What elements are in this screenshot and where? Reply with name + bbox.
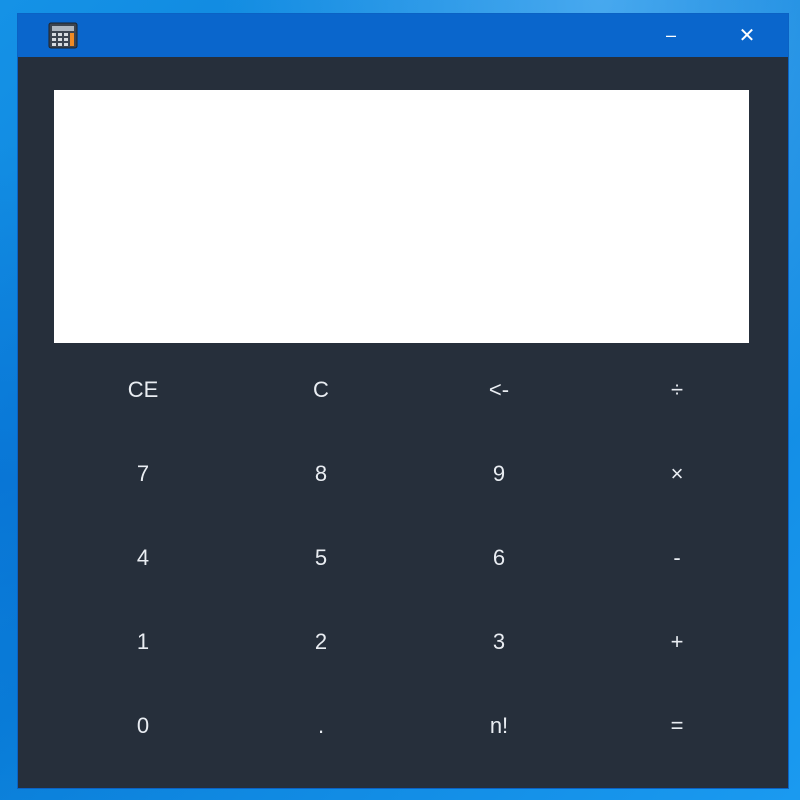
digit-4-button[interactable]: 4 (54, 516, 232, 600)
digit-1-button[interactable]: 1 (54, 600, 232, 684)
clear-button[interactable]: C (232, 348, 410, 432)
keypad: CE C <- ÷ 7 8 9 × 4 5 6- 1 2 3 +0. n! = (54, 348, 766, 770)
calculator-window: – ✕ CE C <- ÷ 7 8 9 × 4 5 6- 1 2 3 +0. n! = (18, 14, 788, 788)
minimize-icon: – (665, 25, 676, 45)
title-bar[interactable]: – ✕ (18, 14, 788, 57)
digit-0-button[interactable]: 0 (54, 684, 232, 768)
display-value (74, 106, 729, 107)
clear-entry-button[interactable]: CE (54, 348, 232, 432)
digit-5-button[interactable]: 5 (232, 516, 410, 600)
close-button[interactable]: ✕ (712, 14, 782, 57)
calculator-display (54, 90, 749, 343)
digit-8-button[interactable]: 8 (232, 432, 410, 516)
digit-9-button[interactable]: 9 (410, 432, 588, 516)
divide-button[interactable]: ÷ (588, 348, 766, 432)
close-icon: ✕ (738, 25, 756, 47)
equals-button[interactable]: = (588, 684, 766, 768)
digit-6-button[interactable]: 6 (410, 516, 588, 600)
digit-7-button[interactable]: 7 (54, 432, 232, 516)
decimal-button[interactable]: . (232, 684, 410, 768)
minimize-button[interactable]: – (636, 14, 706, 57)
digit-3-button[interactable]: 3 (410, 600, 588, 684)
subtract-button[interactable]: - (588, 516, 766, 600)
factorial-button[interactable]: n! (410, 684, 588, 768)
backspace-button[interactable]: <- (410, 348, 588, 432)
calculator-icon (48, 22, 78, 49)
digit-2-button[interactable]: 2 (232, 600, 410, 684)
multiply-button[interactable]: × (588, 432, 766, 516)
add-button[interactable]: + (588, 600, 766, 684)
